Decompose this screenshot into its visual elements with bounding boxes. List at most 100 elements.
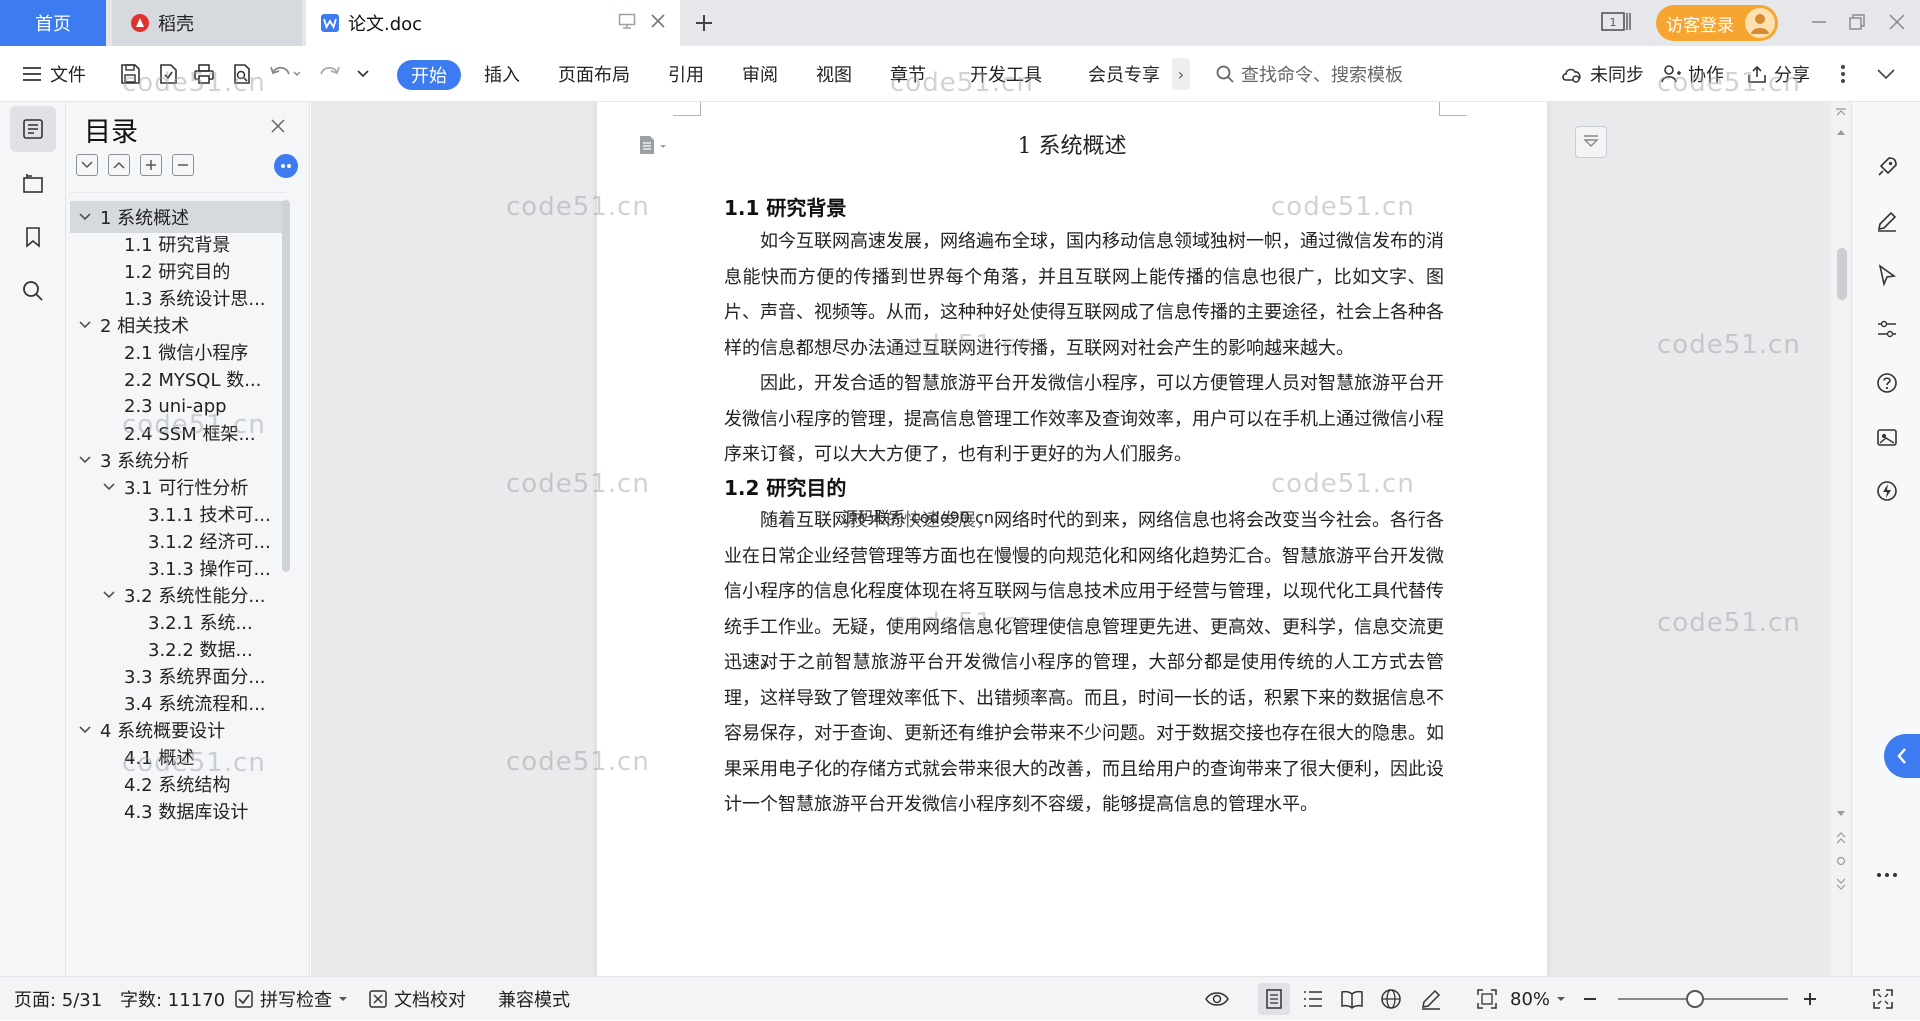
section-heading: 1.2 研究目的	[724, 476, 847, 500]
tab-view[interactable]: 视图	[816, 46, 852, 102]
quick-access-dropdown-icon[interactable]	[356, 46, 370, 102]
prev-page-icon[interactable]	[1836, 832, 1846, 844]
print-icon[interactable]	[192, 46, 216, 102]
ai-assistant-icon[interactable]	[274, 154, 298, 178]
write-mode-icon[interactable]	[1420, 977, 1442, 1021]
tab-document[interactable]: 论文.doc	[306, 0, 680, 46]
scroll-top-icon[interactable]	[1835, 106, 1847, 116]
toc-item-label: 3.1.2 经济可...	[148, 532, 271, 553]
more-options-icon[interactable]	[1840, 46, 1846, 102]
page-nav-icon[interactable]	[1575, 126, 1607, 158]
outline-view-icon[interactable]	[1302, 977, 1324, 1021]
eye-protection-icon[interactable]	[1204, 977, 1230, 1021]
more-tabs-button[interactable]: ›	[1172, 58, 1190, 90]
page-view-icon[interactable]	[1258, 983, 1290, 1015]
bookmark-icon[interactable]	[10, 214, 56, 260]
spellcheck-dropdown-icon	[338, 995, 348, 1003]
select-browse-icon[interactable]	[1836, 856, 1846, 866]
redo-icon[interactable]	[318, 46, 342, 102]
spellcheck-button[interactable]: 拼写检查	[234, 977, 348, 1021]
scrollbar-thumb[interactable]	[1837, 248, 1847, 300]
document-page[interactable]: 1 系统概述 1.1 研究背景 如今互联网高速发展，网络遍布全球，国内移动信息领…	[597, 102, 1547, 976]
fit-page-icon[interactable]	[1476, 977, 1498, 1021]
web-view-icon[interactable]	[1380, 977, 1402, 1021]
chevron-down-icon[interactable]	[78, 453, 92, 467]
file-menu[interactable]: 文件	[22, 46, 86, 102]
sync-status-button[interactable]: 未同步	[1560, 46, 1644, 102]
compat-mode-label[interactable]: 兼容模式	[498, 977, 570, 1021]
close-window-icon[interactable]	[1888, 12, 1906, 32]
source-overlay-text: 源码联系 code90 cn	[842, 504, 995, 528]
restore-icon[interactable]	[1848, 12, 1866, 32]
chapter-title: 1 系统概述	[1017, 134, 1127, 159]
word-count[interactable]: 字数: 11170	[120, 977, 225, 1021]
chevron-down-icon[interactable]	[102, 480, 116, 494]
window-layout-icon[interactable]: 1	[1600, 10, 1632, 34]
find-icon[interactable]	[10, 268, 56, 314]
adjust-sliders-icon[interactable]	[1870, 312, 1904, 346]
share-button[interactable]: 分享	[1746, 46, 1810, 102]
tab-page-layout[interactable]: 页面布局	[558, 46, 630, 102]
image-tools-icon[interactable]	[1870, 420, 1904, 454]
status-bar: 页面: 5/31 字数: 11170 拼写检查 文档校对 兼容模式 80%	[0, 976, 1920, 1020]
more-tools-icon[interactable]	[1870, 858, 1904, 892]
expand-down-icon[interactable]	[76, 154, 98, 176]
guest-login-button[interactable]: 访客登录	[1656, 5, 1778, 41]
doc-proof-icon	[368, 989, 388, 1009]
undo-icon[interactable]	[268, 46, 302, 102]
outline-panel-icon[interactable]	[10, 160, 56, 206]
tab-developer[interactable]: 开发工具	[970, 46, 1042, 102]
minimize-icon[interactable]	[1810, 12, 1828, 32]
collapse-up-icon[interactable]	[108, 154, 130, 176]
toc-scrollbar[interactable]	[282, 200, 290, 572]
hamburger-icon	[22, 66, 42, 82]
select-cursor-icon[interactable]	[1870, 258, 1904, 292]
expand-side-panel-button[interactable]	[1884, 734, 1920, 778]
chevron-down-icon[interactable]	[78, 723, 92, 737]
toc-list: 1 系统概述 1.1 研究背景 1.2 研究目的 1.3 系统设计思... 2 相关技术…	[70, 192, 286, 974]
command-search[interactable]: 查找命令、搜索模板	[1215, 46, 1403, 102]
chevron-down-icon[interactable]	[78, 210, 92, 224]
reading-view-icon[interactable]	[1340, 977, 1364, 1021]
close-icon[interactable]	[270, 118, 286, 134]
zoom-slider-knob[interactable]	[1685, 990, 1704, 1008]
rocket-icon[interactable]	[1870, 150, 1904, 184]
toc-item-label: 1.3 系统设计思...	[124, 289, 266, 310]
help-icon[interactable]	[1870, 366, 1904, 400]
tab-home[interactable]: 首页	[0, 0, 106, 46]
title-bar: 首页 稻壳 论文.doc 1 访客登录	[0, 0, 1920, 46]
collapse-all-icon[interactable]	[172, 154, 194, 176]
chevron-down-icon[interactable]	[102, 588, 116, 602]
collaborate-button[interactable]: 协作	[1660, 46, 1724, 102]
chevron-down-icon[interactable]	[78, 318, 92, 332]
expand-all-icon[interactable]	[140, 154, 162, 176]
tab-member[interactable]: 会员专享	[1088, 46, 1160, 102]
tab-review[interactable]: 审阅	[742, 46, 778, 102]
present-icon[interactable]	[618, 13, 636, 29]
close-tab-icon[interactable]	[650, 13, 666, 29]
lightning-icon[interactable]	[1870, 474, 1904, 508]
save-icon[interactable]	[118, 46, 142, 102]
toc-panel-icon[interactable]	[10, 106, 56, 152]
collapse-ribbon-icon[interactable]	[1876, 46, 1896, 102]
scroll-down-icon[interactable]	[1836, 810, 1846, 818]
pen-edit-icon[interactable]	[1870, 204, 1904, 238]
next-page-icon[interactable]	[1836, 878, 1846, 890]
tab-insert[interactable]: 插入	[484, 46, 520, 102]
page-indicator[interactable]: 页面: 5/31	[14, 977, 102, 1021]
fullscreen-icon[interactable]	[1872, 977, 1894, 1021]
tab-chapter[interactable]: 章节	[890, 46, 926, 102]
zoom-in-icon[interactable]	[1802, 977, 1818, 1021]
zoom-out-icon[interactable]	[1582, 977, 1598, 1021]
zoom-select[interactable]: 80%	[1510, 977, 1566, 1021]
tab-references[interactable]: 引用	[668, 46, 704, 102]
tab-daoke[interactable]: 稻壳	[112, 0, 302, 46]
vertical-scrollbar[interactable]	[1831, 102, 1851, 976]
new-tab-button[interactable]	[690, 9, 718, 37]
doc-proof-button[interactable]: 文档校对	[368, 977, 466, 1021]
tab-start[interactable]: 开始	[397, 60, 461, 90]
print-preview-icon[interactable]	[230, 46, 254, 102]
scroll-up-icon[interactable]	[1836, 128, 1846, 136]
export-pdf-icon[interactable]	[156, 46, 180, 102]
toc-item[interactable]: 4.3 数据库设计	[70, 795, 286, 827]
